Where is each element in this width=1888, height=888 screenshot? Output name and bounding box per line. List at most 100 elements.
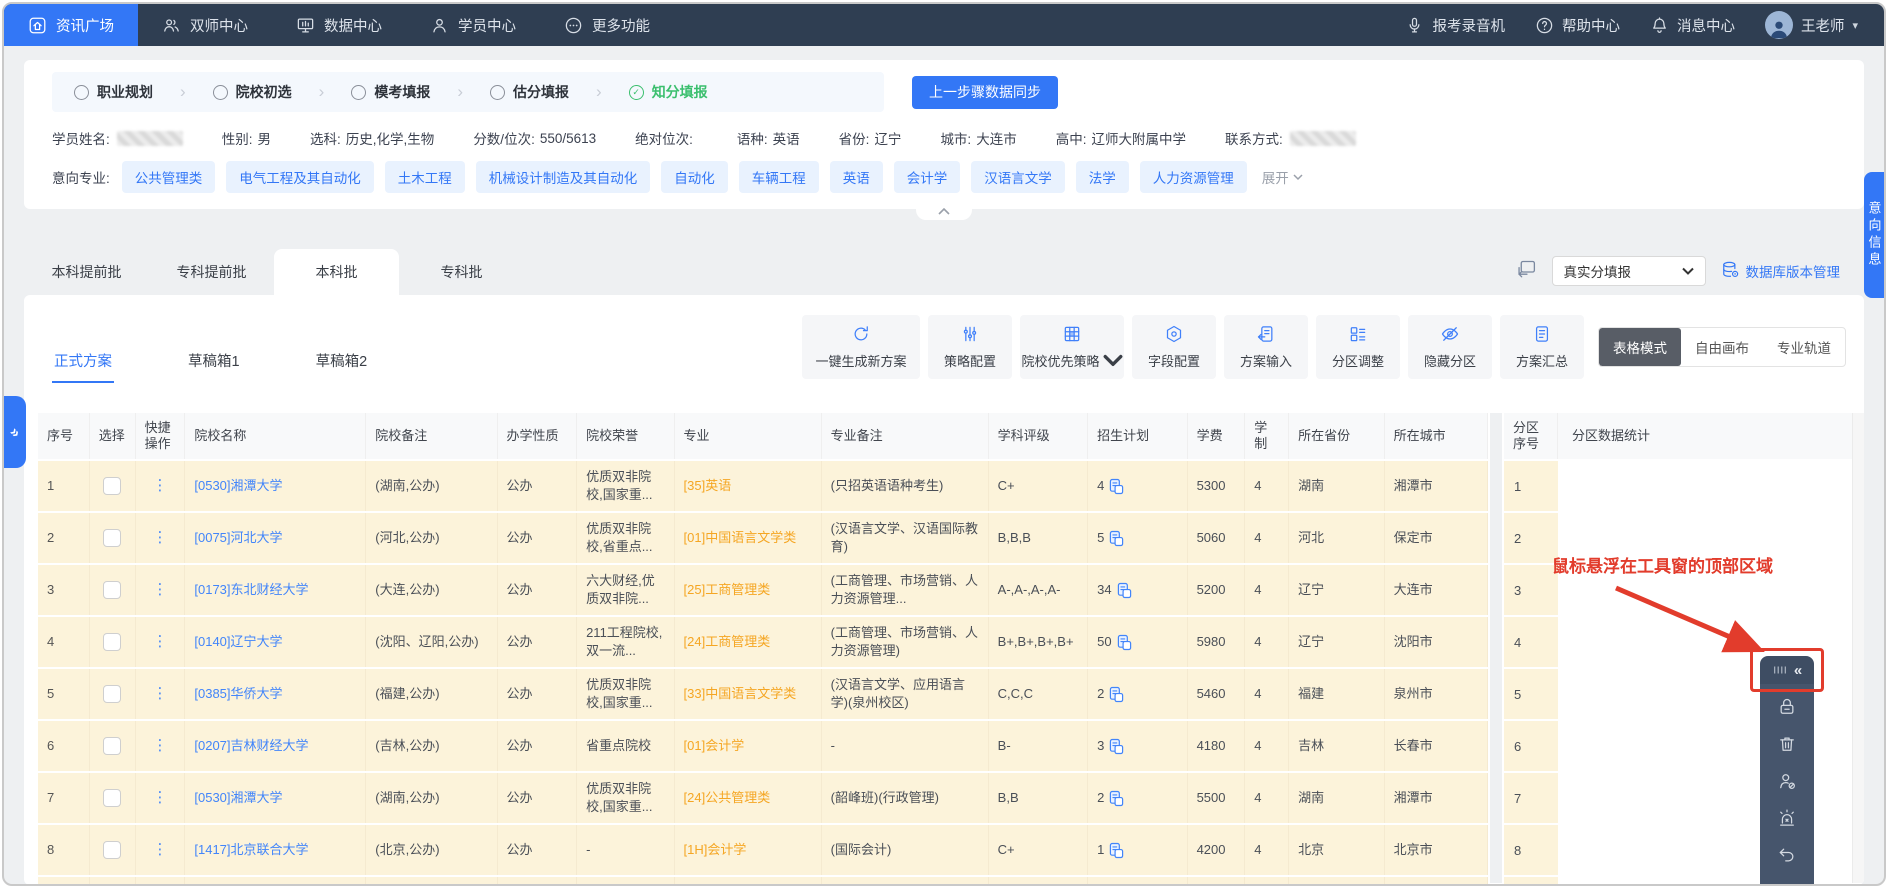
row-checkbox[interactable] <box>103 477 122 495</box>
help-button[interactable]: 帮助中心 <box>1535 15 1620 36</box>
major-link[interactable]: [24]公共管理类 <box>684 789 771 807</box>
major-tag[interactable]: 人力资源管理 <box>1139 161 1247 193</box>
college-link[interactable]: [0173]东北财经大学 <box>194 581 308 599</box>
major-link[interactable]: [24]工商管理类 <box>684 633 771 651</box>
table-row[interactable]: 8 ⋮ [1417]北京联合大学 (北京,公办) 公办 - [1H]会计学 (国… <box>38 825 1489 875</box>
fill-mode-select[interactable]: 真实分填报 <box>1551 256 1706 286</box>
college-link[interactable]: [0075]河北大学 <box>194 529 282 547</box>
major-link[interactable]: [25]工商管理类 <box>684 581 771 599</box>
nav-item-info-plaza[interactable]: 资讯广场 <box>4 4 138 46</box>
quick-actions-button[interactable]: ⋮ <box>152 684 167 704</box>
plan-detail-icon[interactable] <box>1109 842 1124 859</box>
major-link[interactable]: [35]英语 <box>684 477 732 495</box>
table-row[interactable]: 1 ⋮ [0530]湘潭大学 (湖南,公办) 公办 优质双非院校,国家重... … <box>38 461 1489 511</box>
recorder-button[interactable]: 报考录音机 <box>1405 15 1505 36</box>
db-version-manage-link[interactable]: 数据库版本管理 <box>1721 260 1840 282</box>
quick-actions-button[interactable]: ⋮ <box>152 580 167 600</box>
table-row[interactable]: 3 ⋮ [0173]东北财经大学 (大连,公办) 公办 六大财经,优质双非院..… <box>38 565 1489 615</box>
major-tag[interactable]: 公共管理类 <box>121 161 216 193</box>
college-link[interactable]: [0140]辽宁大学 <box>194 633 282 651</box>
table-row[interactable]: 5 ⋮ [0385]华侨大学 (福建,公办) 公办 优质双非院校,国家重... … <box>38 669 1489 719</box>
undo-icon[interactable] <box>1777 845 1797 865</box>
row-checkbox[interactable] <box>103 633 122 651</box>
college-link[interactable]: [0530]湘潭大学 <box>194 789 282 807</box>
plan-tab[interactable]: 草稿箱2 <box>314 340 370 383</box>
major-tag[interactable]: 机械设计制造及其自动化 <box>475 161 651 193</box>
stepper-step[interactable]: › ✓ 估分填报 <box>430 82 569 102</box>
plan-detail-icon[interactable] <box>1109 478 1124 495</box>
row-checkbox[interactable] <box>103 529 122 547</box>
plan-detail-icon[interactable] <box>1109 686 1124 703</box>
plan-summary-button[interactable]: 方案汇总 <box>1500 315 1584 379</box>
table-row[interactable]: 6 ⋮ [0207]吉林财经大学 (吉林,公办) 公办 省重点院校 [01]会计… <box>38 721 1489 771</box>
left-edge-expand-tab[interactable]: » <box>4 396 26 468</box>
major-link[interactable]: [01]会计学 <box>684 737 745 755</box>
plan-detail-icon[interactable] <box>1117 582 1132 599</box>
college-link[interactable]: [0530]湘潭大学 <box>194 477 282 495</box>
plan-detail-icon[interactable] <box>1109 530 1124 547</box>
row-checkbox[interactable] <box>103 581 122 599</box>
view-mode-button[interactable]: 专业轨道 <box>1763 328 1845 366</box>
quick-actions-button[interactable]: ⋮ <box>152 476 167 496</box>
stepper-step[interactable]: › ✓ 职业规划 <box>74 82 153 102</box>
collapse-card-button[interactable] <box>916 203 972 220</box>
generate-plan-button[interactable]: 一键生成新方案 <box>802 315 920 379</box>
remove-user-icon[interactable] <box>1777 771 1797 791</box>
row-checkbox[interactable] <box>103 789 122 807</box>
user-menu[interactable]: 王老师 ▾ <box>1764 11 1858 39</box>
college-link[interactable]: [0385]华侨大学 <box>194 685 282 703</box>
row-checkbox[interactable] <box>103 685 122 703</box>
row-checkbox[interactable] <box>103 737 122 755</box>
major-tag[interactable]: 车辆工程 <box>738 161 819 193</box>
nav-item-data-center[interactable]: 数据中心 <box>272 4 406 46</box>
stepper-step[interactable]: › ✓ 模考填报 <box>292 82 431 102</box>
quick-actions-button[interactable]: ⋮ <box>152 736 167 756</box>
plan-tab[interactable]: 草稿箱1 <box>186 340 242 383</box>
table-row[interactable]: 2 ⋮ [0075]河北大学 (河北,公办) 公办 优质双非院校,省重点... … <box>38 513 1489 563</box>
batch-tab[interactable]: 本科提前批 <box>24 249 149 295</box>
major-tag[interactable]: 自动化 <box>661 161 728 193</box>
batch-tab[interactable]: 专科提前批 <box>149 249 274 295</box>
major-link[interactable]: [1H]会计学 <box>684 841 747 859</box>
plan-detail-icon[interactable] <box>1109 790 1124 807</box>
table-row[interactable]: 7 ⋮ [0530]湘潭大学 (湖南,公办) 公办 优质双非院校,国家重... … <box>38 773 1489 823</box>
major-tag[interactable]: 英语 <box>829 161 883 193</box>
batch-tab[interactable]: 专科批 <box>399 249 524 295</box>
quick-actions-button[interactable]: ⋮ <box>152 632 167 652</box>
messages-button[interactable]: 消息中心 <box>1650 15 1735 36</box>
plan-input-button[interactable]: 方案输入 <box>1224 315 1308 379</box>
table-vertical-scrollbar[interactable] <box>1490 413 1502 883</box>
quick-actions-button[interactable]: ⋮ <box>152 840 167 860</box>
nav-item-more-functions[interactable]: 更多功能 <box>540 4 674 46</box>
major-tag[interactable]: 法学 <box>1075 161 1129 193</box>
nav-item-teachers-center[interactable]: 双师中心 <box>138 4 272 46</box>
major-tag[interactable]: 汉语言文学 <box>971 161 1065 193</box>
collapse-icon[interactable]: « <box>1794 663 1802 678</box>
switch-fill-mode-icon[interactable] <box>1516 258 1537 284</box>
intent-info-side-tab[interactable]: 意向信息 <box>1864 172 1884 298</box>
alarm-icon[interactable] <box>1777 808 1797 828</box>
stats-scrollbar[interactable] <box>1852 413 1864 883</box>
plan-detail-icon[interactable] <box>1109 738 1124 755</box>
major-link[interactable]: [01]中国语言文学类 <box>684 529 797 547</box>
college-link[interactable]: [0207]吉林财经大学 <box>194 737 308 755</box>
view-mode-button[interactable]: 表格模式 <box>1599 328 1681 366</box>
view-mode-button[interactable]: 自由画布 <box>1681 328 1763 366</box>
quick-actions-button[interactable]: ⋮ <box>152 528 167 548</box>
hide-partition-button[interactable]: 隐藏分区 <box>1408 315 1492 379</box>
college-priority-strategy-button[interactable]: 院校优先策略 <box>1020 315 1124 379</box>
major-tag[interactable]: 电气工程及其自动化 <box>226 161 374 193</box>
major-tag[interactable]: 会计学 <box>893 161 961 193</box>
major-tag[interactable]: 土木工程 <box>384 161 465 193</box>
partition-adjust-button[interactable]: 分区调整 <box>1316 315 1400 379</box>
plan-detail-icon[interactable] <box>1117 634 1132 651</box>
lock-icon[interactable] <box>1777 697 1797 717</box>
trash-icon[interactable] <box>1777 734 1797 754</box>
table-row[interactable]: ⋮ 六大财经,优... <box>38 877 1489 884</box>
plan-tab[interactable]: 正式方案 <box>52 340 114 383</box>
batch-tab[interactable]: 本科批 <box>274 249 399 295</box>
stepper-step[interactable]: › ✓ 院校初选 <box>153 82 292 102</box>
major-link[interactable]: [33]中国语言文学类 <box>684 685 797 703</box>
table-row[interactable]: 4 ⋮ [0140]辽宁大学 (沈阳、辽阳,公办) 公办 211工程院校,双一流… <box>38 617 1489 667</box>
sync-previous-step-button[interactable]: 上一步骤数据同步 <box>912 75 1058 109</box>
